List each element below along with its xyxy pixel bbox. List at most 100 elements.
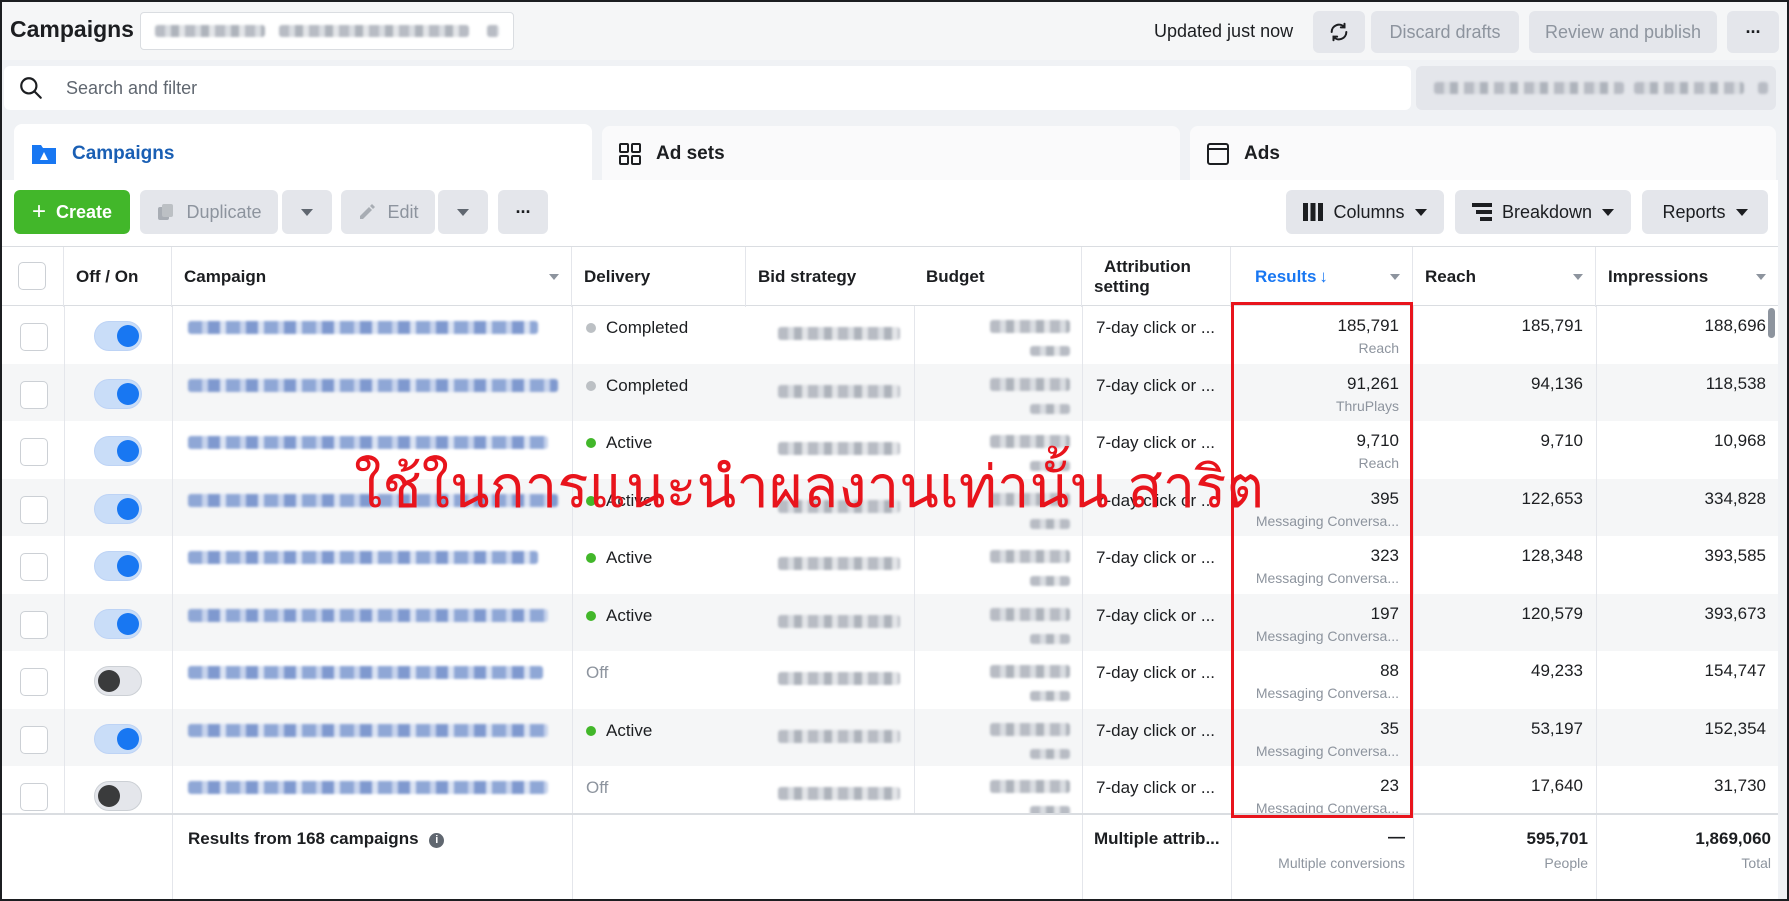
campaign-name[interactable] bbox=[188, 492, 558, 512]
more-options-button[interactable]: ··· bbox=[1727, 11, 1779, 53]
campaign-toggle[interactable] bbox=[94, 378, 142, 409]
table-row[interactable]: Active 7-day click or ... 323 Messaging Con… bbox=[2, 536, 1778, 594]
discard-drafts-button[interactable]: Discard drafts bbox=[1371, 11, 1519, 53]
table-row[interactable]: Active 7-day click or ... 197 Messaging Con… bbox=[2, 593, 1778, 651]
header-campaign[interactable]: Campaign bbox=[172, 247, 572, 307]
tab-campaigns[interactable]: Campaigns bbox=[14, 124, 592, 184]
reach-value: 94,136 bbox=[1531, 373, 1583, 393]
chevron-down-icon bbox=[301, 208, 313, 216]
impressions-value: 154,747 bbox=[1704, 661, 1766, 680]
row-checkbox[interactable] bbox=[20, 495, 48, 524]
campaign-name[interactable] bbox=[188, 664, 543, 684]
column-divider bbox=[572, 651, 573, 709]
row-checkbox[interactable] bbox=[20, 610, 48, 639]
row-checkbox[interactable] bbox=[20, 438, 48, 466]
bid-strategy-value bbox=[778, 325, 900, 345]
table-row[interactable]: Active 7-day click or ... 9,710 Reach 9,710 1… bbox=[2, 421, 1778, 479]
header-budget[interactable]: Budget bbox=[914, 247, 1082, 307]
redacted-date-caret bbox=[1758, 82, 1768, 94]
header-label: Reach bbox=[1425, 267, 1477, 286]
table-scrollbar-thumb[interactable] bbox=[1768, 308, 1775, 338]
column-divider bbox=[172, 478, 173, 536]
campaign-name[interactable] bbox=[188, 722, 548, 742]
edit-button[interactable]: Edit bbox=[341, 190, 435, 234]
review-publish-button[interactable]: Review and publish bbox=[1529, 11, 1717, 53]
header-off-on[interactable]: Off / On bbox=[64, 247, 172, 307]
header-delivery[interactable]: Delivery bbox=[572, 247, 746, 307]
table-row[interactable]: Completed 7-day click or ... 185,791 Reach 1… bbox=[2, 306, 1778, 364]
chevron-down-icon bbox=[457, 208, 469, 216]
grid-icon bbox=[618, 142, 642, 166]
header-impressions[interactable]: Impressions bbox=[1596, 247, 1778, 307]
campaign-toggle[interactable] bbox=[94, 436, 142, 466]
table-row[interactable]: Active 7-day click or ... 395 Messaging Con… bbox=[2, 478, 1778, 536]
row-checkbox[interactable] bbox=[20, 323, 48, 351]
impressions-value: 118,538 bbox=[1705, 373, 1766, 393]
toolbar-more-button[interactable]: ··· bbox=[498, 190, 548, 234]
header-label: Results bbox=[1255, 267, 1317, 286]
row-checkbox[interactable] bbox=[20, 380, 48, 409]
account-selector[interactable] bbox=[140, 12, 514, 50]
columns-button[interactable]: Columns bbox=[1286, 190, 1444, 234]
results-value: 23 bbox=[1380, 776, 1399, 795]
campaign-toggle[interactable] bbox=[94, 666, 142, 696]
campaign-toggle[interactable] bbox=[94, 321, 142, 351]
campaign-toggle[interactable] bbox=[94, 551, 142, 581]
refresh-button[interactable] bbox=[1313, 11, 1365, 53]
footer-results: — bbox=[1388, 827, 1405, 846]
results-value: 91,261 bbox=[1347, 373, 1399, 393]
delivery-label: Active bbox=[606, 548, 653, 567]
row-checkbox[interactable] bbox=[20, 668, 48, 696]
reports-button[interactable]: Reports bbox=[1642, 190, 1768, 234]
campaign-toggle[interactable] bbox=[94, 493, 142, 524]
page-title: Campaigns bbox=[10, 16, 134, 42]
status-dot-icon bbox=[586, 495, 596, 506]
footer-summary: Results from 168 campaigns i bbox=[188, 829, 445, 849]
status-dot-icon bbox=[586, 380, 596, 391]
header-reach[interactable]: Reach bbox=[1413, 247, 1596, 307]
campaign-toggle[interactable] bbox=[94, 781, 142, 811]
table-row[interactable]: Active 7-day click or ... 35 Messaging Conv… bbox=[2, 708, 1778, 766]
header-results[interactable]: Results ↓ bbox=[1231, 247, 1413, 307]
column-divider bbox=[914, 593, 915, 651]
tab-ads[interactable]: Ads bbox=[1190, 126, 1776, 182]
campaign-name[interactable] bbox=[188, 319, 538, 339]
attribution-setting: 7-day click or ... bbox=[1096, 720, 1216, 740]
campaign-name[interactable] bbox=[188, 607, 548, 627]
folder-icon bbox=[30, 142, 58, 166]
campaign-name[interactable] bbox=[188, 434, 548, 454]
status-dot-icon bbox=[586, 438, 596, 448]
select-all-checkbox[interactable] bbox=[18, 262, 46, 290]
redacted-account-name bbox=[155, 25, 265, 37]
table-row[interactable]: Off 7-day click or ... 88 Messaging Convers… bbox=[2, 651, 1778, 709]
campaign-toggle[interactable] bbox=[94, 608, 142, 639]
table-row[interactable]: Completed 7-day click or ... 91,261 ThruPla… bbox=[2, 363, 1778, 421]
campaign-name[interactable] bbox=[188, 377, 558, 397]
header-attribution[interactable]: Attribution setting bbox=[1082, 247, 1231, 307]
edit-dropdown-button[interactable] bbox=[438, 190, 488, 234]
column-divider bbox=[64, 421, 65, 479]
duplicate-dropdown-button[interactable] bbox=[282, 190, 332, 234]
reach-value: 122,653 bbox=[1521, 488, 1583, 508]
results-value: 185,791 bbox=[1337, 316, 1399, 335]
date-range-selector[interactable] bbox=[1416, 66, 1776, 110]
breakdown-button[interactable]: Breakdown bbox=[1455, 190, 1631, 234]
campaign-toggle[interactable] bbox=[94, 723, 142, 754]
create-button[interactable]: + Create bbox=[14, 190, 130, 234]
row-checkbox[interactable] bbox=[20, 783, 48, 811]
campaign-name[interactable] bbox=[188, 549, 538, 569]
info-icon[interactable]: i bbox=[429, 833, 445, 848]
row-checkbox[interactable] bbox=[20, 725, 48, 754]
budget-value bbox=[990, 606, 1070, 649]
search-input[interactable] bbox=[66, 77, 1366, 99]
campaign-name[interactable] bbox=[188, 779, 548, 799]
duplicate-button[interactable]: Duplicate bbox=[140, 190, 278, 234]
search-icon bbox=[20, 77, 42, 99]
status-dot-icon bbox=[586, 553, 596, 563]
row-checkbox[interactable] bbox=[20, 553, 48, 581]
tab-ad-sets[interactable]: Ad sets bbox=[602, 126, 1180, 182]
attribution-setting: 7-day click or ... bbox=[1096, 318, 1216, 337]
header-bid-strategy[interactable]: Bid strategy bbox=[746, 247, 914, 307]
toolbar: + Create Duplicate Edit ··· Columns Brea… bbox=[2, 180, 1778, 246]
status-dot-icon bbox=[586, 323, 596, 333]
